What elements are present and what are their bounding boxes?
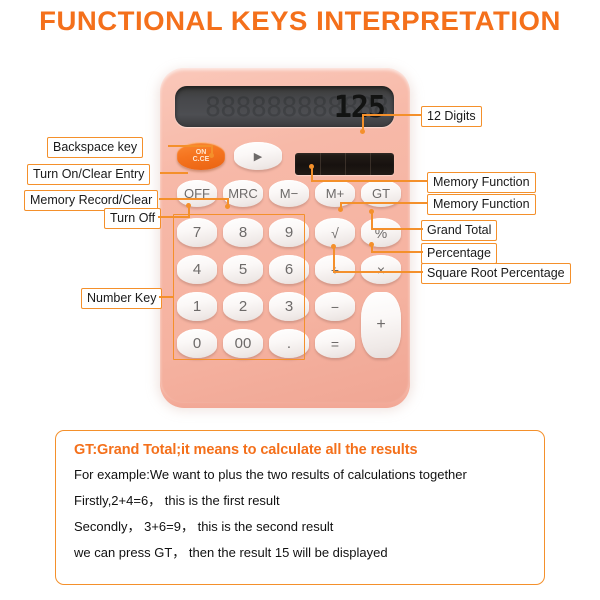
note-heading: GT:Grand Total;it means to calculate all… [74, 442, 418, 458]
note-line-4: we can press GT， then the result 15 will… [74, 545, 388, 560]
leader-gt-h [371, 228, 423, 230]
dot-m-plus [338, 207, 343, 212]
key-ce-label: C.CE [192, 156, 210, 163]
page-root: FUNCTIONAL KEYS INTERPRETATION 888888888… [0, 0, 600, 600]
dot-gt [369, 209, 374, 214]
label-turn-off: Turn Off [104, 208, 162, 229]
dot-solar [309, 164, 314, 169]
label-memory-function-1: Memory Function [427, 172, 536, 193]
key-square-root[interactable]: √ [315, 218, 355, 247]
note-line-2: Firstly,2+4=6， this is the first result [74, 493, 280, 508]
key-off[interactable]: OFF [177, 180, 217, 207]
leader-mem2-h [340, 202, 428, 204]
key-on-label: ON [195, 149, 207, 156]
leader-sqrt-h [333, 271, 423, 273]
key-percent[interactable]: % [361, 218, 401, 247]
lcd-value: 125 [333, 90, 386, 125]
key-backspace[interactable]: ▶ [234, 142, 282, 170]
note-line-1: For example:We want to plus the two resu… [74, 467, 467, 482]
leader-pct-h [371, 251, 423, 253]
label-percentage: Percentage [421, 243, 497, 264]
leader-mrc-h [159, 198, 229, 200]
leader-on-ce [160, 172, 188, 174]
leader-off-h [158, 216, 190, 218]
page-title: FUNCTIONAL KEYS INTERPRETATION [39, 6, 561, 36]
label-backspace-key: Backspace key [47, 137, 144, 158]
key-equals[interactable]: = [315, 329, 355, 358]
label-number-key: Number Key [81, 288, 163, 309]
gt-explanation-panel: GT:Grand Total;it means to calculate all… [55, 430, 545, 585]
dot-sqrt [331, 244, 336, 249]
dot-backspace [209, 153, 214, 158]
leader-backspace-h [168, 145, 213, 147]
leader-sqrt-v [333, 247, 335, 272]
dot-off [186, 203, 191, 208]
label-memory-function-2: Memory Function [427, 194, 536, 215]
dot-digits [360, 129, 365, 134]
label-12-digits: 12 Digits [421, 106, 482, 127]
key-plus[interactable]: + [361, 292, 401, 358]
leader-gt-v [371, 212, 373, 229]
leader-number-key [159, 296, 174, 298]
leader-mem1-v [311, 168, 313, 181]
note-line-3: Secondly， 3+6=9， this is the second resu… [74, 519, 334, 534]
key-divide[interactable]: ÷ [315, 255, 355, 284]
key-minus[interactable]: − [315, 292, 355, 321]
number-pad-outline [173, 214, 305, 360]
label-grand-total: Grand Total [421, 220, 498, 241]
leader-mem1-h [311, 180, 428, 182]
dot-mrc [225, 204, 230, 209]
label-turn-on-clear-entry: Turn On/Clear Entry [27, 164, 151, 185]
key-multiply[interactable]: × [361, 255, 401, 284]
leader-digits-h [362, 114, 422, 116]
key-memory-minus[interactable]: M− [269, 180, 309, 207]
key-mrc[interactable]: MRC [223, 180, 263, 207]
label-square-root-percentage: Square Root Percentage [421, 263, 571, 284]
dot-percent [369, 242, 374, 247]
